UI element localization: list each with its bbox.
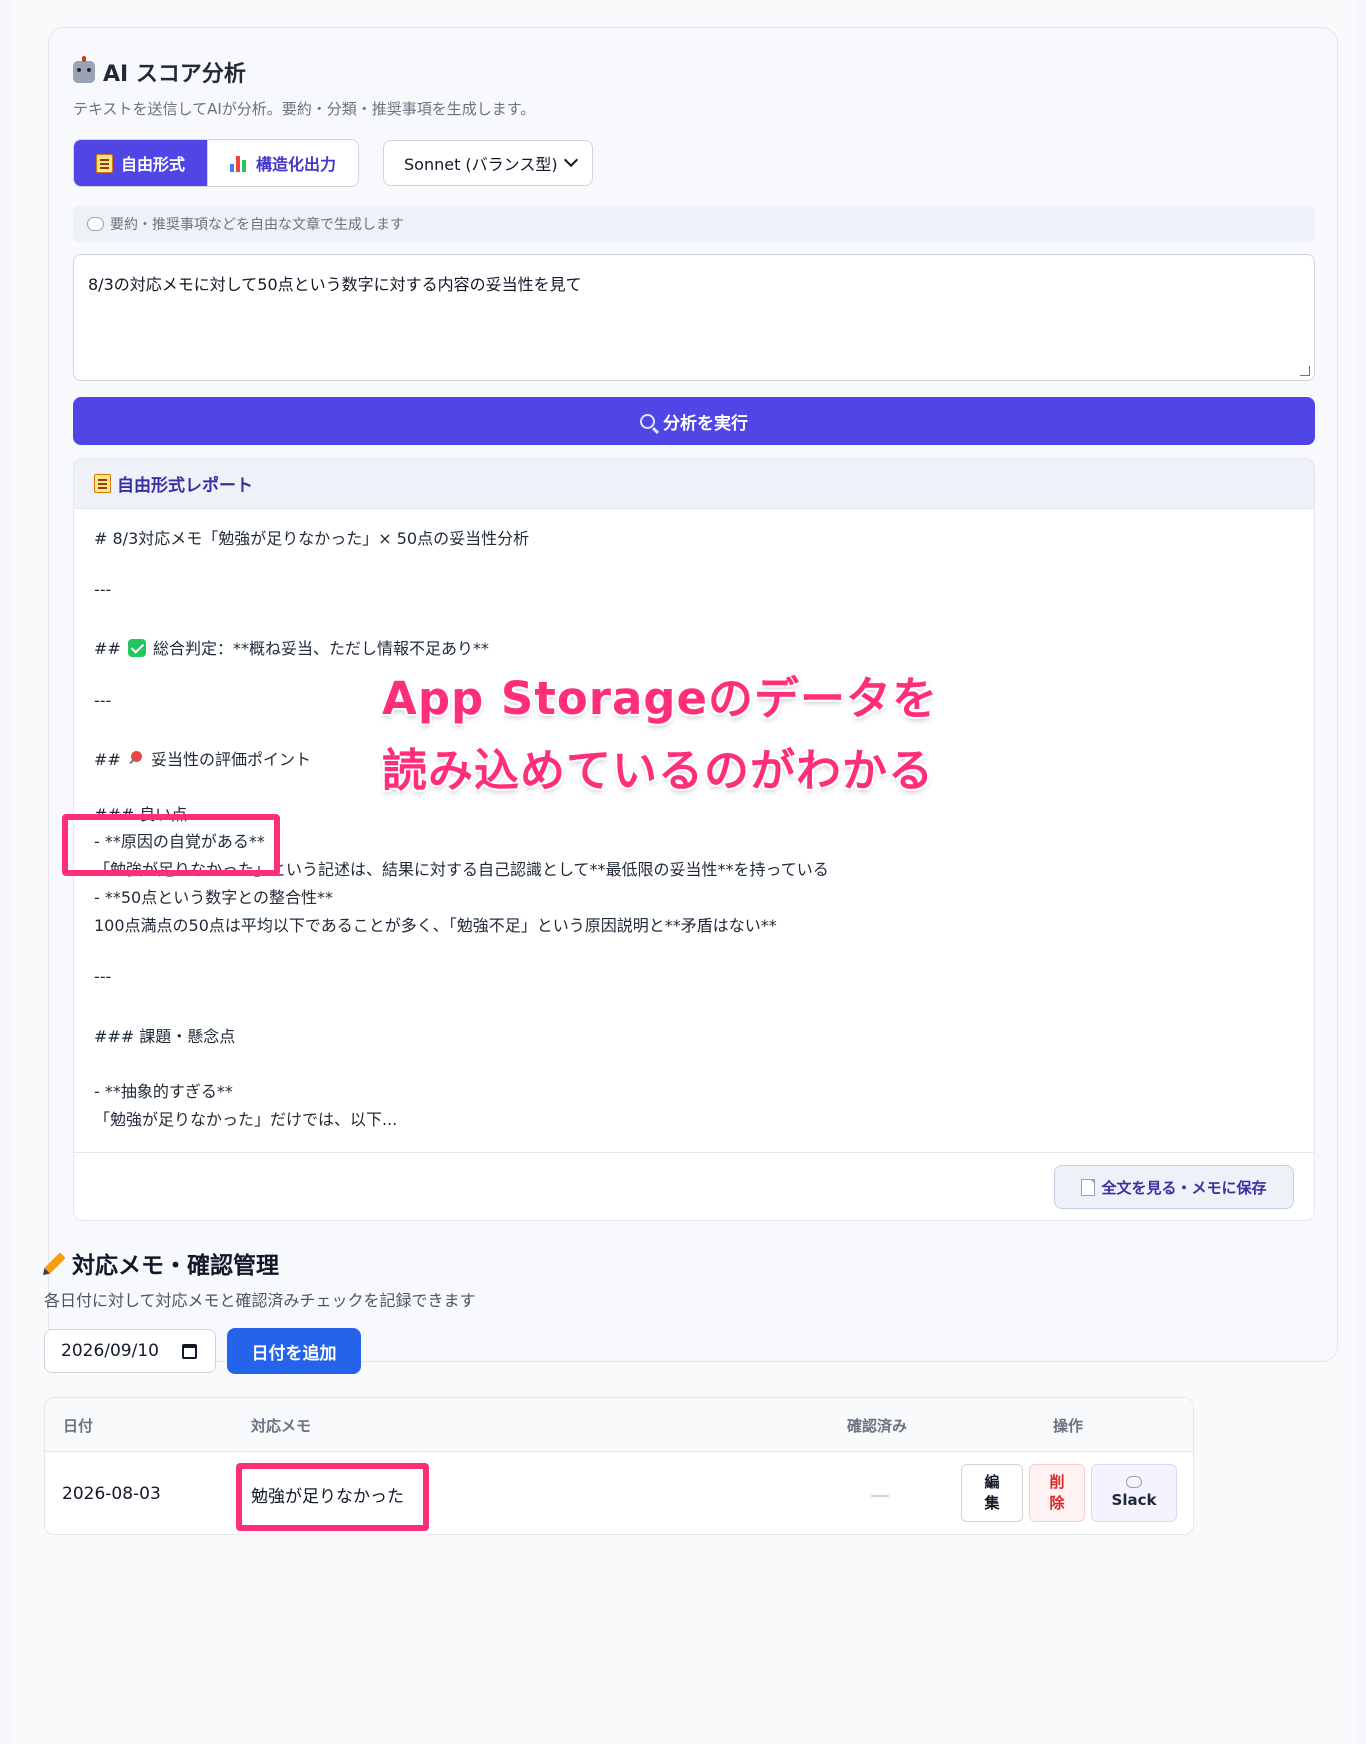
- view-full-save-memo-button[interactable]: 全文を見る・メモに保存: [1054, 1165, 1294, 1209]
- calendar-icon[interactable]: [182, 1344, 197, 1359]
- chevron-down-icon: [563, 152, 579, 168]
- report-line: ---: [94, 967, 112, 986]
- mode-free-button[interactable]: 自由形式: [74, 140, 208, 186]
- report-line: 「勉強が足りなかった」だけでは、以下...: [94, 1110, 398, 1129]
- highlight-box-report: [62, 814, 280, 876]
- mode-free-label: 自由形式: [121, 155, 186, 174]
- view-full-save-memo-label: 全文を見る・メモに保存: [1101, 1178, 1267, 1197]
- report-title: 自由形式レポート: [117, 476, 253, 496]
- page: AI スコア分析 テキストを送信してAIが分析。要約・分類・推奨事項を生成します…: [10, 0, 1356, 1744]
- ai-subtitle: テキストを送信してAIが分析。要約・分類・推奨事項を生成します。: [73, 100, 536, 118]
- report-line: - **抽象的すぎる**: [94, 1082, 233, 1101]
- ai-score-title: AI スコア分析: [73, 56, 246, 88]
- annotation-line-2: 読み込めているのがわかる: [382, 744, 935, 797]
- pencil-icon: [44, 1252, 66, 1274]
- highlight-box-memo: [236, 1463, 429, 1531]
- prompt-textarea[interactable]: 8/3の対応メモに対して50点という数字に対する内容の妥当性を見て: [73, 254, 1315, 381]
- mode-structured-button[interactable]: 構造化出力: [207, 140, 359, 186]
- date-value: 2026/09/10: [61, 1341, 159, 1361]
- bar-chart-icon: [230, 154, 248, 172]
- table-row: 2026-08-03 勉強が足りなかった 編 集 削 除 Slack: [45, 1452, 1193, 1534]
- speech-bubble-icon: [87, 217, 104, 231]
- report-line: ## 総合判定：**概ね妥当、ただし情報不足あり**: [94, 639, 489, 658]
- table-header: 日付 対応メモ 確認済み 操作: [45, 1398, 1193, 1452]
- mode-hint: 要約・推奨事項などを自由な文章で生成します: [73, 206, 1315, 242]
- unchecked-indicator[interactable]: [871, 1495, 889, 1497]
- output-mode-toggle: 自由形式 構造化出力: [73, 139, 360, 187]
- column-memo: 対応メモ: [251, 1417, 312, 1435]
- report-divider: [74, 1152, 1314, 1153]
- column-date: 日付: [63, 1417, 94, 1435]
- row-date: 2026-08-03: [62, 1484, 161, 1504]
- mode-structured-label: 構造化出力: [256, 155, 337, 174]
- report-line: - **50点という数字との整合性**: [94, 888, 334, 907]
- mode-hint-text: 要約・推奨事項などを自由な文章で生成します: [110, 217, 404, 233]
- report-line: # 8/3対応メモ「勉強が足りなかった」× 50点の妥当性分析: [94, 529, 530, 548]
- slack-button[interactable]: Slack: [1091, 1464, 1177, 1522]
- run-analysis-label: 分析を実行: [663, 413, 748, 434]
- date-input[interactable]: 2026/09/10: [44, 1329, 216, 1373]
- slack-label: Slack: [1111, 1490, 1157, 1509]
- memo-table: 日付 対応メモ 確認済み 操作 2026-08-03 勉強が足りなかった 編 集…: [44, 1397, 1194, 1535]
- model-select-value: Sonnet (バランス型): [404, 155, 558, 174]
- add-date-button[interactable]: 日付を追加: [227, 1328, 361, 1374]
- check-icon: [127, 639, 146, 657]
- speech-bubble-icon: [1126, 1475, 1142, 1488]
- document-icon: [1081, 1178, 1096, 1196]
- pushpin-icon: [128, 751, 144, 767]
- delete-button[interactable]: 削 除: [1029, 1464, 1085, 1522]
- report-line: ---: [94, 691, 112, 710]
- memo-subtitle: 各日付に対して対応メモと確認済みチェックを記録できます: [44, 1291, 476, 1310]
- robot-icon: [73, 56, 95, 83]
- column-actions: 操作: [1053, 1417, 1084, 1435]
- memo-title-text: 対応メモ・確認管理: [72, 1253, 279, 1279]
- column-checked: 確認済み: [847, 1417, 908, 1435]
- report-line: 100点満点の50点は平均以下であることが多く、「勉強不足」という原因説明と**…: [94, 916, 777, 935]
- memo-section-title: 対応メモ・確認管理: [44, 1246, 279, 1280]
- report-header: 自由形式レポート: [74, 459, 1314, 509]
- annotation-line-1: App Storageのデータを: [382, 672, 939, 725]
- prompt-text: 8/3の対応メモに対して50点という数字に対する内容の妥当性を見て: [88, 275, 582, 294]
- search-icon: [640, 413, 655, 429]
- run-analysis-button[interactable]: 分析を実行: [73, 397, 1315, 445]
- report-line: ---: [94, 580, 112, 599]
- model-select[interactable]: Sonnet (バランス型): [383, 140, 593, 186]
- report-line: ## 妥当性の評価ポイント: [94, 750, 311, 769]
- resize-handle[interactable]: [1300, 366, 1310, 376]
- memo-icon: [96, 153, 113, 173]
- edit-button[interactable]: 編 集: [961, 1464, 1023, 1522]
- ai-title-text: AI スコア分析: [103, 62, 246, 87]
- report-line: ### 課題・懸念点: [94, 1027, 236, 1046]
- memo-icon: [94, 474, 111, 493]
